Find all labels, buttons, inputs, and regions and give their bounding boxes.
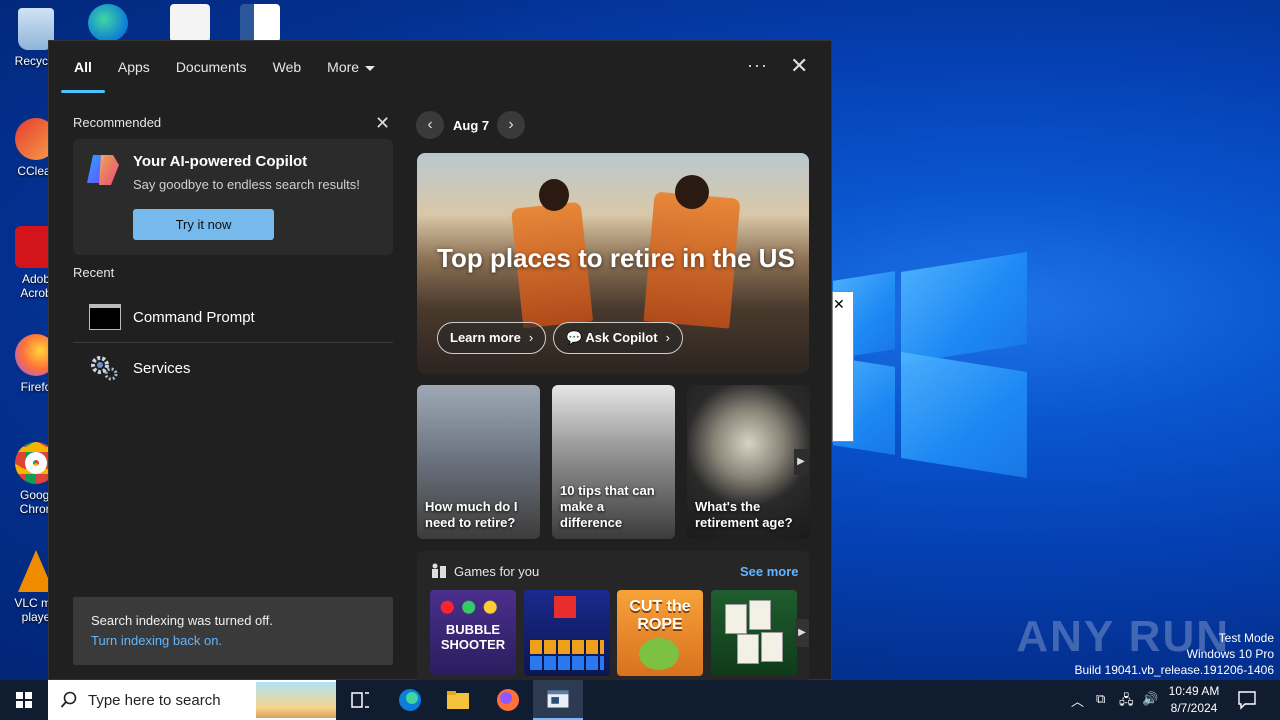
turn-indexing-on-link[interactable]: Turn indexing back on. [91, 633, 222, 648]
game-tile[interactable]: CUT the ROPE [617, 590, 703, 676]
tab-documents[interactable]: Documents [163, 53, 260, 93]
windows-start-icon[interactable] [0, 680, 48, 720]
taskbar-search-box[interactable]: Type here to search [48, 680, 336, 720]
news-card[interactable]: How much do I need to retire? [417, 385, 540, 539]
search-panel: All Apps Documents Web More ··· ✕ Recomm… [48, 40, 832, 681]
copilot-card: Your AI-powered Copilot Say goodbye to e… [73, 139, 393, 255]
try-it-now-button[interactable]: Try it now [133, 209, 274, 240]
ellipsis-icon[interactable]: ··· [747, 55, 768, 76]
network-icon[interactable]: 🖧 [1119, 691, 1134, 713]
chevron-right-icon: › [665, 330, 670, 345]
indexing-message: Search indexing was turned off. [91, 613, 273, 628]
news-caption: How much do I need to retire? [425, 499, 518, 530]
chevron-up-icon[interactable]: ︿ [1071, 691, 1084, 710]
recent-heading: Recent [73, 265, 115, 280]
search-icon [60, 691, 77, 708]
close-icon[interactable]: ✕ [375, 113, 390, 134]
games-next-button[interactable]: ▶ [795, 619, 809, 647]
chevron-down-icon [365, 65, 376, 71]
clock-time: 10:49 AM [1168, 684, 1220, 698]
search-tabs: All Apps Documents Web More [61, 53, 388, 93]
indexing-notice: Search indexing was turned off. Turn ind… [73, 597, 393, 665]
background-dialog: ✕ [832, 291, 854, 442]
learn-more-button[interactable]: Learn more › [437, 322, 547, 354]
games-icon [432, 563, 446, 578]
windows-logo-wallpaper [833, 240, 1033, 480]
edge-taskbar-icon[interactable] [386, 680, 434, 720]
tab-all[interactable]: All [61, 53, 105, 93]
recent-item-command-prompt[interactable]: Command Prompt [73, 292, 393, 342]
edge-desktop-icon[interactable] [88, 4, 128, 42]
chevron-right-icon: › [528, 330, 534, 345]
news-caption: 10 tips that can make a difference [560, 483, 655, 530]
gears-icon [91, 356, 118, 381]
copilot-title: Your AI-powered Copilot [133, 153, 308, 170]
news-card[interactable]: 10 tips that can make a difference [552, 385, 675, 539]
copilot-icon [87, 155, 119, 185]
desktop-icon-label: Firefo [20, 380, 52, 394]
task-view-icon[interactable] [336, 680, 384, 720]
hero-card[interactable]: Top places to retire in the US Learn mor… [417, 153, 809, 374]
chat-icon: 💬 [566, 330, 586, 345]
date-label: Aug 7 [453, 118, 490, 133]
game-tile[interactable] [524, 590, 610, 676]
game-title: CUT the ROPE [629, 598, 691, 633]
prev-day-button[interactable]: ‹ [416, 111, 444, 139]
games-section: Games for you See more BUBBLE SHOOTER CU… [417, 551, 809, 681]
hero-title: Top places to retire in the US [437, 243, 795, 273]
firefox-taskbar-icon[interactable] [484, 680, 532, 720]
game-tile[interactable]: BUBBLE SHOOTER [430, 590, 516, 676]
close-icon[interactable]: ✕ [790, 53, 808, 79]
cmd-icon [89, 304, 121, 330]
clock-date: 8/7/2024 [1170, 701, 1218, 715]
file-explorer-icon[interactable] [434, 680, 482, 720]
news-card[interactable]: What's the retirement age? [687, 385, 810, 539]
document-desktop-icon[interactable] [170, 4, 210, 42]
desktop-icon-label: Adob Acrob [20, 272, 52, 300]
recent-item-label: Command Prompt [133, 308, 255, 326]
hero-image-person [675, 175, 709, 209]
taskbar-clock[interactable]: 10:49 AM 8/7/2024 [1162, 683, 1226, 717]
ask-copilot-button[interactable]: 💬 Ask Copilot › [553, 322, 683, 354]
tab-web[interactable]: Web [260, 53, 315, 93]
copilot-subtitle: Say goodbye to endless search results! [133, 177, 360, 192]
search-placeholder: Type here to search [88, 692, 221, 709]
test-mode-text: Test Mode Windows 10 Pro Build 19041.vb_… [1074, 631, 1275, 677]
hero-image-person [539, 179, 569, 211]
see-more-link[interactable]: See more [740, 564, 799, 579]
tab-apps[interactable]: Apps [105, 53, 163, 93]
games-title: Games for you [454, 564, 540, 579]
search-highlight-image [256, 682, 336, 718]
recent-item-services[interactable]: Services [73, 343, 393, 393]
recommended-heading: Recommended [73, 115, 162, 130]
game-title: BUBBLE SHOOTER [440, 622, 506, 652]
notification-icon[interactable] [1232, 688, 1262, 712]
taskbar: Type here to search ︿ ⧉ 🖧 🔊 10:49 AM 8/7… [0, 680, 1280, 720]
next-day-button[interactable]: › [497, 111, 525, 139]
recent-item-label: Services [133, 359, 191, 377]
news-next-button[interactable]: ▶ [794, 449, 808, 475]
news-caption: What's the retirement age? [695, 499, 793, 530]
close-icon[interactable]: ✕ [833, 296, 845, 313]
game-tile[interactable] [711, 590, 797, 676]
device-icon[interactable]: ⧉ [1096, 691, 1105, 707]
word-desktop-icon[interactable] [240, 4, 280, 42]
volume-icon[interactable]: 🔊 [1142, 691, 1158, 707]
tab-more[interactable]: More [314, 53, 388, 93]
active-app-taskbar-icon[interactable] [533, 680, 583, 720]
